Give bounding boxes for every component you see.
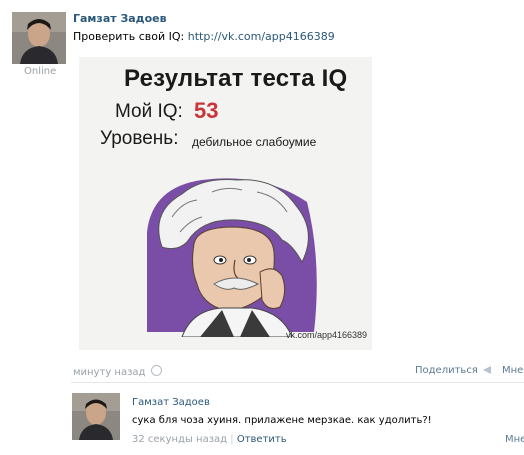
post-text-prefix: Проверить свой IQ:	[73, 30, 188, 43]
comment-reply-button[interactable]: Ответить	[237, 434, 287, 445]
post-text: Проверить свой IQ: http://vk.com/app4166…	[73, 30, 335, 43]
like-button[interactable]: Мне	[502, 365, 523, 376]
online-status: Online	[24, 66, 57, 77]
post-time[interactable]: минуту назад	[73, 365, 162, 378]
clock-icon	[150, 365, 162, 376]
comment-like-button[interactable]: Мне	[505, 434, 524, 445]
comment-author-avatar[interactable]	[72, 393, 120, 440]
comment-divider	[71, 382, 524, 383]
comment-author-name[interactable]: Гамзат Задоев	[132, 397, 210, 408]
post-link[interactable]: http://vk.com/app4166389	[188, 30, 335, 43]
post-author-name[interactable]: Гамзат Задоев	[73, 12, 167, 25]
card-iq-label: Мой IQ:	[115, 101, 183, 122]
card-iq-value: 53	[194, 98, 219, 123]
card-footer-url: vk.com/app4166389	[286, 330, 368, 340]
megaphone-icon	[483, 366, 492, 374]
share-label: Поделиться	[415, 365, 478, 376]
einstein-caricature	[142, 172, 322, 338]
iq-result-image[interactable]: Результат теста IQ Мой IQ: 53 Уровень: д…	[79, 57, 372, 350]
comment-meta: 32 секунды назад | Ответить	[132, 434, 287, 445]
card-level-value: дебильное слабоумие	[192, 135, 317, 149]
share-button[interactable]: Поделиться	[415, 365, 492, 376]
author-avatar[interactable]	[12, 12, 66, 64]
card-title: Результат теста IQ	[124, 65, 348, 92]
post-time-text: минуту назад	[73, 367, 146, 378]
comment-separator: |	[230, 434, 234, 445]
card-level-label: Уровень:	[100, 128, 179, 149]
comment-text: сука бля чоза хуиня. прилажене мерзкае. …	[132, 415, 432, 426]
comment-time[interactable]: 32 секунды назад	[132, 434, 227, 445]
